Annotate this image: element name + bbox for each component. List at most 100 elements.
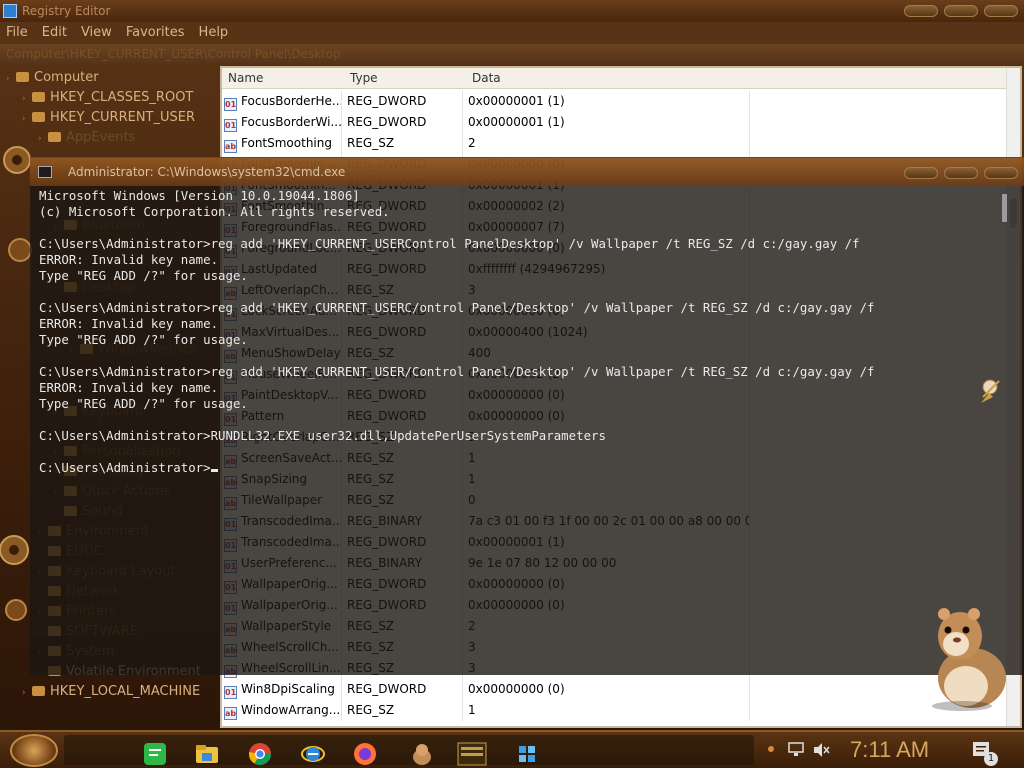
tree-expand-icon[interactable]: › (22, 109, 32, 129)
cmd-scroll-thumb[interactable] (1002, 194, 1007, 222)
taskbar-clock[interactable]: 7:11 AM (850, 736, 929, 764)
network-icon[interactable] (788, 742, 806, 758)
cmd-line: Type "REG ADD /?" for usage. (39, 268, 999, 284)
value-type-cell: REG_SZ (347, 700, 463, 721)
cmd-title: Administrator: C:\Windows\system32\cmd.e… (68, 165, 346, 179)
cmd-line-text: ERROR: Invalid key name. (39, 252, 219, 267)
volume-muted-icon[interactable] (812, 742, 830, 758)
cmd-line-text: Type "REG ADD /?" for usage. (39, 332, 248, 347)
start-button[interactable] (10, 734, 58, 767)
cmd-maximize-button[interactable] (944, 167, 978, 179)
file-explorer-icon[interactable] (194, 741, 220, 767)
regedit-titlebar[interactable]: Registry Editor (0, 0, 1024, 22)
tree-item[interactable]: › AppEvents (38, 128, 135, 148)
cmd-line-text: (c) Microsoft Corporation. All rights re… (39, 204, 390, 219)
cmd-line-text: C:\Users\Administrator> (39, 460, 211, 475)
cmd-line (39, 284, 999, 300)
folder-icon (16, 72, 29, 82)
cmd-line-text: ERROR: Invalid key name. (39, 380, 219, 395)
menu-help[interactable]: Help (193, 22, 237, 42)
cmd-line: C:\Users\Administrator>reg add 'HKEY_CUR… (39, 300, 999, 316)
value-name: FontSmoothing (241, 136, 332, 150)
notes-app-icon[interactable] (142, 741, 168, 767)
binary-value-icon: 01 (224, 686, 237, 699)
value-name: Win8DpiScaling (241, 682, 335, 696)
value-name-cell: ab FontSmoothing (224, 133, 342, 154)
cmd-output[interactable]: Microsoft Windows [Version 10.0.19044.18… (39, 188, 999, 674)
column-type-header[interactable]: Type (350, 71, 378, 85)
hamster-app-icon[interactable] (409, 741, 435, 767)
firefox-icon[interactable] (352, 741, 378, 767)
cmd-line: C:\Users\Administrator>reg add 'HKEY_CUR… (39, 236, 999, 252)
cmd-close-button[interactable] (984, 167, 1018, 179)
cube-app-icon[interactable] (514, 741, 540, 767)
value-name-cell: ab WindowArrang... (224, 700, 342, 721)
tree-item[interactable]: › HKEY_CURRENT_USER (22, 108, 195, 128)
value-name-cell: 01 FocusBorderHe... (224, 91, 342, 112)
maximize-button[interactable] (944, 5, 978, 17)
tree-item[interactable]: › HKEY_CLASSES_ROOT (22, 88, 193, 108)
regedit-app-icon (3, 4, 17, 18)
cmd-line (39, 220, 999, 236)
cmd-line: Microsoft Windows [Version 10.0.19044.18… (39, 188, 999, 204)
menu-favorites[interactable]: Favorites (120, 22, 193, 42)
folder-icon (32, 92, 45, 102)
tree-expand-icon[interactable]: › (22, 683, 32, 703)
cmd-minimize-button[interactable] (904, 167, 938, 179)
folder-icon (48, 132, 61, 142)
cmd-line-text: Type "REG ADD /?" for usage. (39, 396, 248, 411)
media-app-icon[interactable] (457, 741, 487, 767)
tree-item[interactable]: › Computer (6, 68, 99, 88)
menu-file[interactable]: File (0, 22, 36, 42)
cmd-line: ERROR: Invalid key name. (39, 252, 999, 268)
column-data-header[interactable]: Data (472, 71, 501, 85)
minimize-button[interactable] (904, 5, 938, 17)
regedit-title: Registry Editor (22, 4, 111, 18)
cmd-line (39, 412, 999, 428)
taskbar-apps (64, 735, 754, 767)
value-type-cell: REG_DWORD (347, 112, 463, 133)
tree-item-label: AppEvents (66, 130, 136, 145)
menu-view[interactable]: View (75, 22, 120, 42)
ie-browser-icon[interactable] (300, 741, 326, 767)
column-name-header[interactable]: Name (228, 71, 263, 85)
value-row[interactable]: ab WindowArrang... REG_SZ 1 (222, 700, 1007, 721)
value-type-cell: REG_DWORD (347, 91, 463, 112)
tree-expand-icon[interactable]: › (38, 129, 48, 149)
cmd-line-text: C:\Users\Administrator>reg add 'HKEY_CUR… (39, 300, 875, 315)
cmd-line: C:\Users\Administrator> (39, 460, 999, 476)
value-data-cell: 0x00000000 (0) (468, 679, 750, 700)
cmd-titlebar[interactable]: Administrator: C:\Windows\system32\cmd.e… (30, 158, 1024, 186)
close-button[interactable] (984, 5, 1018, 17)
cmd-line-text: C:\Users\Administrator>reg add 'HKEY_CUR… (39, 364, 875, 379)
value-type-cell: REG_DWORD (347, 679, 463, 700)
value-type-cell: REG_SZ (347, 133, 463, 154)
menu-edit[interactable]: Edit (36, 22, 75, 42)
tree-expand-icon[interactable]: › (6, 69, 16, 89)
value-data-cell: 0x00000001 (1) (468, 112, 750, 133)
string-value-icon: ab (224, 707, 237, 720)
value-row[interactable]: 01 FocusBorderWi... REG_DWORD 0x00000001 (1… (222, 112, 1007, 133)
hamster-mascot-icon (932, 608, 1006, 711)
cmd-line-text: Microsoft Windows [Version 10.0.19044.18… (39, 188, 360, 203)
cmd-line: Type "REG ADD /?" for usage. (39, 396, 999, 412)
value-data-cell: 0x00000001 (1) (468, 91, 750, 112)
string-value-icon: ab (224, 140, 237, 153)
value-row[interactable]: 01 FocusBorderHe... REG_DWORD 0x00000001 (1… (222, 91, 1007, 112)
tree-expand-icon[interactable]: › (22, 89, 32, 109)
chrome-icon[interactable] (247, 741, 273, 767)
value-row[interactable]: 01 Win8DpiScaling REG_DWORD 0x00000000 (0) (222, 679, 1007, 700)
cmd-window[interactable]: Administrator: C:\Windows\system32\cmd.e… (30, 157, 1024, 675)
tree-item[interactable]: › HKEY_LOCAL_MACHINE (22, 682, 200, 702)
cmd-line: Type "REG ADD /?" for usage. (39, 332, 999, 348)
binary-value-icon: 01 (224, 119, 237, 132)
value-row[interactable]: ab FontSmoothing REG_SZ 2 (222, 133, 1007, 154)
value-data-cell: 2 (468, 133, 750, 154)
address-bar[interactable]: Computer\HKEY_CURRENT_USER\Control Panel… (0, 44, 1024, 64)
cmd-line: C:\Users\Administrator>reg add 'HKEY_CUR… (39, 364, 999, 380)
cmd-line: ERROR: Invalid key name. (39, 380, 999, 396)
value-name: FocusBorderHe... (241, 94, 342, 108)
tray-chevron-icon[interactable] (766, 742, 776, 756)
binary-value-icon: 01 (224, 98, 237, 111)
steampunk-gear-decoration (0, 146, 32, 621)
